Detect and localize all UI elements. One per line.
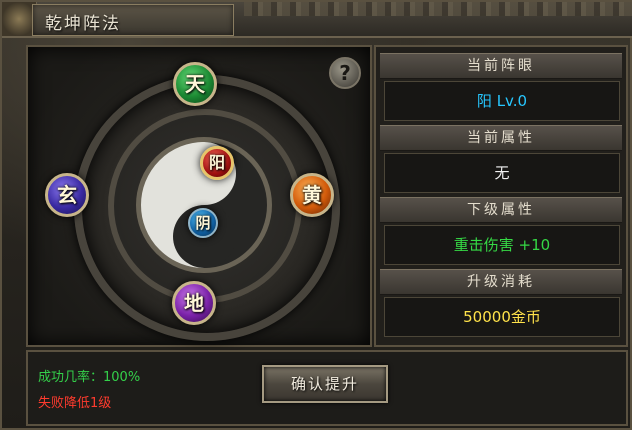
next-attr-header: 下级属性 xyxy=(380,197,622,223)
upgrade-cost-header: 升级消耗 xyxy=(380,269,622,295)
node-yang[interactable]: 阳 xyxy=(200,146,234,180)
help-button[interactable]: ? xyxy=(329,57,361,89)
window-title: 乾坤阵法 xyxy=(45,14,121,34)
confirm-upgrade-button[interactable]: 确认提升 xyxy=(262,365,388,403)
footer-panel: 成功几率：100% 失败降低1级 确认提升 xyxy=(26,350,628,426)
current-eye-header: 当前阵眼 xyxy=(380,53,622,79)
formation-inner-ring xyxy=(108,109,302,303)
node-yin[interactable]: 阴 xyxy=(188,208,218,238)
dialog-window: 乾坤阵法 ? 天 玄 黄 地 阳 阴 当前阵眼 阳 Lv.0 当前属性 无 下级… xyxy=(0,0,632,430)
current-eye-value: 阳 Lv.0 xyxy=(384,81,620,121)
success-rate-text: 成功几率：100% xyxy=(38,370,141,385)
upgrade-cost-value: 50000金币 xyxy=(384,297,620,337)
node-xuan[interactable]: 玄 xyxy=(45,173,89,217)
rock-ornament xyxy=(244,2,632,16)
current-attr-header: 当前属性 xyxy=(380,125,622,151)
formation-panel: ? 天 玄 黄 地 阳 阴 xyxy=(26,45,372,347)
node-di[interactable]: 地 xyxy=(172,281,216,325)
next-attr-value: 重击伤害 +10 xyxy=(384,225,620,265)
title-plate: 乾坤阵法 xyxy=(32,4,234,36)
node-huang[interactable]: 黄 xyxy=(290,173,334,217)
fail-note-text: 失败降低1级 xyxy=(38,396,112,411)
current-attr-value: 无 xyxy=(384,153,620,193)
info-panel: 当前阵眼 阳 Lv.0 当前属性 无 下级属性 重击伤害 +10 升级消耗 50… xyxy=(374,45,628,347)
node-tian[interactable]: 天 xyxy=(173,62,217,106)
title-bar: 乾坤阵法 xyxy=(2,2,632,38)
